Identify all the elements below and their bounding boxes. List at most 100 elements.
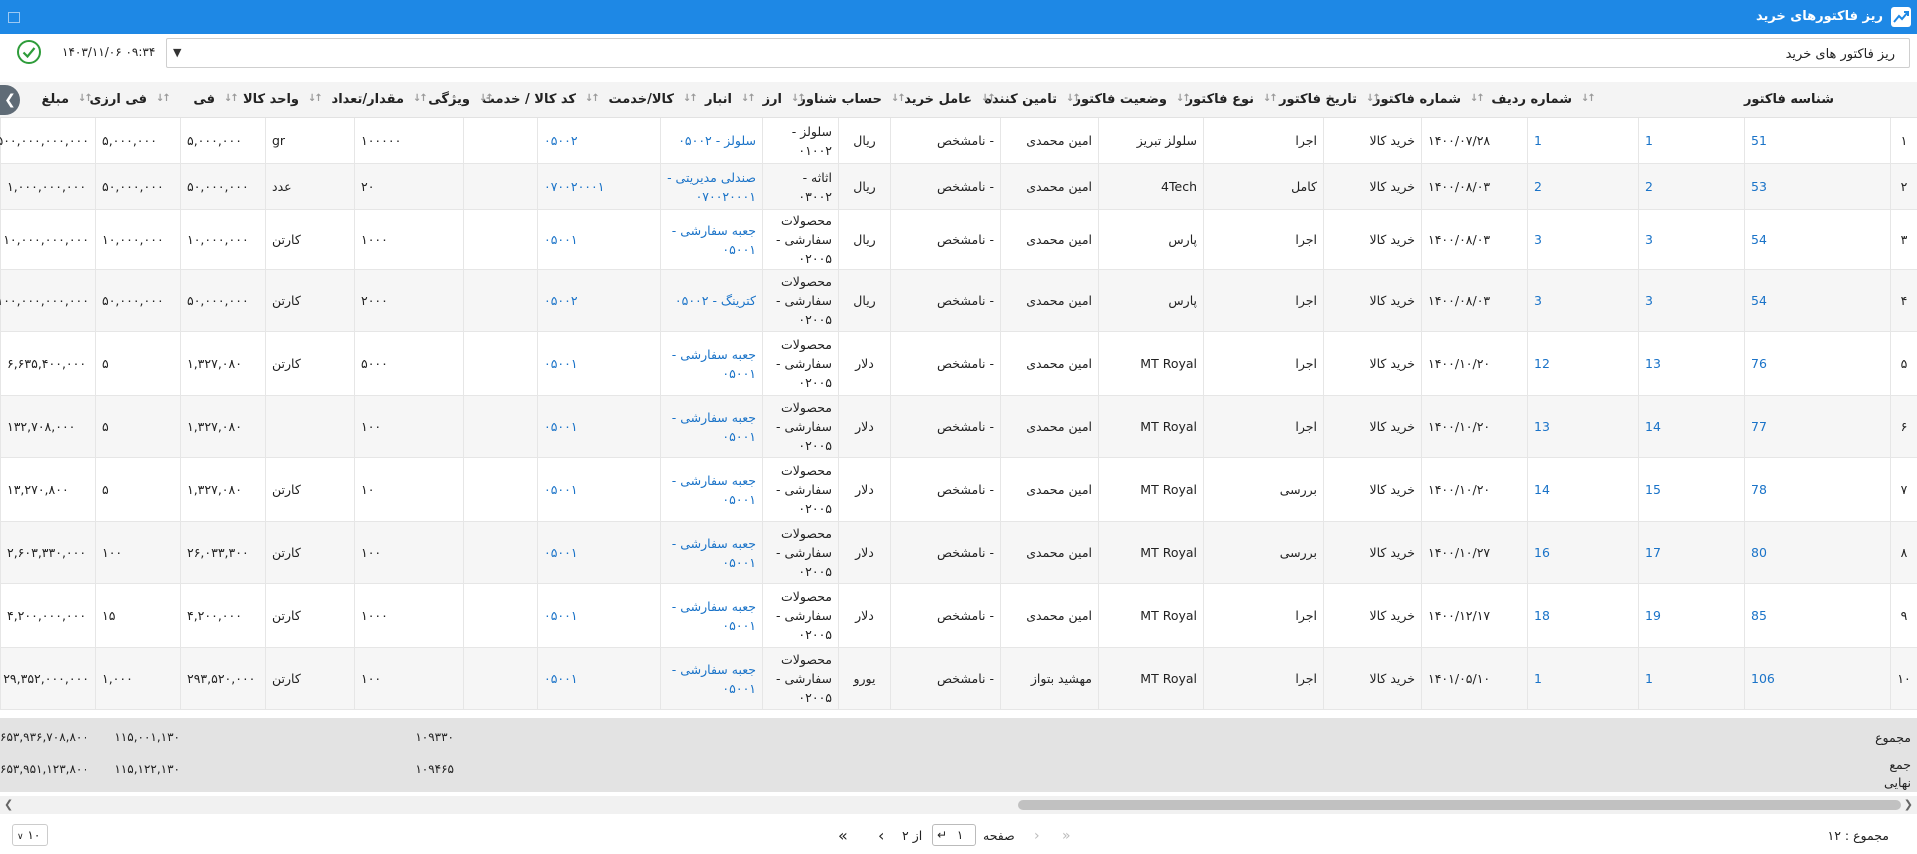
scrollbar-thumb[interactable] bbox=[1018, 800, 1901, 810]
cell-invoice-number[interactable]: 13 bbox=[1527, 396, 1638, 457]
column-header[interactable]: عامل خرید ↑↓ bbox=[888, 82, 978, 118]
sort-icon[interactable]: ↑↓ bbox=[683, 93, 698, 104]
cell-row-number[interactable]: 1 bbox=[1638, 118, 1744, 163]
horizontal-scrollbar[interactable]: ❮ ❯ bbox=[0, 796, 1917, 814]
cell-row-number[interactable]: 3 bbox=[1638, 210, 1744, 269]
sort-icon[interactable]: ↑↓ bbox=[1366, 93, 1381, 104]
sort-icon[interactable]: ↑↓ bbox=[308, 93, 323, 104]
cell-item-code[interactable]: ۰۵۰۰۱ bbox=[537, 522, 660, 583]
last-page-icon[interactable]: « bbox=[838, 824, 848, 848]
cell-invoice-number[interactable]: 1 bbox=[1527, 118, 1638, 163]
table-row[interactable]: ۷ 78 15 14 ۱۴۰۰/۱۰/۲۰ خرید کالا بررسی MT Royal ا… bbox=[0, 458, 1917, 522]
cell-item[interactable]: کترینگ - ۰۵۰۰۲ bbox=[660, 270, 762, 331]
cell-invoice-id[interactable]: 76 bbox=[1744, 332, 1890, 395]
column-header[interactable]: تاریخ فاکتور ↑↓ bbox=[1260, 82, 1363, 118]
table-row[interactable]: ۴ 54 3 3 ۱۴۰۰/۰۸/۰۳ خرید کالا اجرا پارس امین محم… bbox=[0, 270, 1917, 332]
cell-item[interactable]: جعبه سفارشی - ۰۵۰۰۱ bbox=[660, 332, 762, 395]
cell-invoice-number[interactable]: 18 bbox=[1527, 584, 1638, 647]
column-header[interactable]: ارز ↑↓ bbox=[738, 82, 788, 118]
column-header[interactable]: شماره ردیف ↑↓ bbox=[1467, 82, 1578, 118]
scroll-left-icon[interactable]: ❮ bbox=[4, 798, 13, 811]
cell-invoice-id[interactable]: 78 bbox=[1744, 458, 1890, 521]
check-circle-icon[interactable] bbox=[16, 39, 42, 65]
column-header[interactable]: انبار ↑↓ bbox=[680, 82, 738, 118]
cell-item-code[interactable]: ۰۵۰۰۱ bbox=[537, 458, 660, 521]
cell-invoice-id[interactable]: 53 bbox=[1744, 164, 1890, 209]
cell-item-code[interactable]: ۰۵۰۰۱ bbox=[537, 584, 660, 647]
cell-invoice-number[interactable]: 3 bbox=[1527, 210, 1638, 269]
cell-invoice-id[interactable]: 80 bbox=[1744, 522, 1890, 583]
cell-item[interactable]: جعبه سفارشی - ۰۵۰۰۱ bbox=[660, 648, 762, 709]
column-header[interactable]: واحد کالا ↑↓ bbox=[221, 82, 305, 118]
cell-item-code[interactable]: ۰۵۰۰۱ bbox=[537, 332, 660, 395]
cell-invoice-number[interactable]: 12 bbox=[1527, 332, 1638, 395]
cell-row-number[interactable]: 15 bbox=[1638, 458, 1744, 521]
cell-row-number[interactable]: 14 bbox=[1638, 396, 1744, 457]
restore-icon[interactable] bbox=[8, 12, 20, 23]
table-row[interactable]: ۸ 80 17 16 ۱۴۰۰/۱۰/۲۷ خرید کالا بررسی MT Royal ا… bbox=[0, 522, 1917, 584]
sort-icon[interactable]: ↑↓ bbox=[156, 93, 171, 104]
sort-icon[interactable]: ↑↓ bbox=[791, 93, 806, 104]
table-row[interactable]: ۹ 85 19 18 ۱۴۰۰/۱۲/۱۷ خرید کالا اجرا MT Royal ام… bbox=[0, 584, 1917, 648]
column-header[interactable]: نوع فاکتور ↑↓ bbox=[1173, 82, 1260, 118]
column-header[interactable]: شناسه فاکتور ↑↓ bbox=[1578, 82, 1840, 118]
cell-item-code[interactable]: ۰۵۰۰۱ bbox=[537, 396, 660, 457]
sort-icon[interactable]: ↑↓ bbox=[741, 93, 756, 104]
cell-row-number[interactable]: 13 bbox=[1638, 332, 1744, 395]
cell-invoice-id[interactable]: 54 bbox=[1744, 210, 1890, 269]
column-header[interactable]: تامین کننده ↑↓ bbox=[978, 82, 1063, 118]
sort-icon[interactable]: ↑↓ bbox=[585, 93, 600, 104]
sort-icon[interactable]: ↑↓ bbox=[78, 93, 93, 104]
view-select[interactable]: ریز فاکتور های خرید ▼ bbox=[166, 38, 1910, 68]
cell-invoice-id[interactable]: 51 bbox=[1744, 118, 1890, 163]
sort-icon[interactable]: ↑↓ bbox=[891, 93, 906, 104]
table-row[interactable]: ۲ 53 2 2 ۱۴۰۰/۰۸/۰۳ خرید کالا کامل 4Tech امین مح… bbox=[0, 164, 1917, 210]
cell-invoice-number[interactable]: 1 bbox=[1527, 648, 1638, 709]
cell-item[interactable]: جعبه سفارشی - ۰۵۰۰۱ bbox=[660, 210, 762, 269]
cell-invoice-number[interactable]: 14 bbox=[1527, 458, 1638, 521]
column-header[interactable]: وضعیت فاکتور ↑↓ bbox=[1063, 82, 1173, 118]
table-row[interactable]: ۶ 77 14 13 ۱۴۰۰/۱۰/۲۰ خرید کالا اجرا MT Royal ام… bbox=[0, 396, 1917, 458]
cell-item-code[interactable]: ۰۵۰۰۱ bbox=[537, 210, 660, 269]
sort-icon[interactable]: ↑↓ bbox=[224, 93, 239, 104]
sort-icon[interactable]: ↑↓ bbox=[1066, 93, 1081, 104]
cell-invoice-id[interactable]: 106 bbox=[1744, 648, 1890, 709]
sort-icon[interactable]: ↑↓ bbox=[981, 93, 996, 104]
cell-invoice-number[interactable]: 2 bbox=[1527, 164, 1638, 209]
sort-icon[interactable]: ↑↓ bbox=[1263, 93, 1278, 104]
page-input[interactable]: ↵ ۱ bbox=[932, 824, 976, 846]
sort-icon[interactable]: ↑↓ bbox=[1176, 93, 1191, 104]
cell-item[interactable]: جعبه سفارشی - ۰۵۰۰۱ bbox=[660, 458, 762, 521]
cell-item-code[interactable]: ۰۷۰۰۲۰۰۰۱ bbox=[537, 164, 660, 209]
table-row[interactable]: ۱۰ 106 1 1 ۱۴۰۱/۰۵/۱۰ خرید کالا اجرا MT Royal مه… bbox=[0, 648, 1917, 710]
column-header[interactable]: فی ارزی ↑↓ bbox=[75, 82, 153, 118]
table-row[interactable]: ۵ 76 13 12 ۱۴۰۰/۱۰/۲۰ خرید کالا اجرا MT Royal ام… bbox=[0, 332, 1917, 396]
column-header[interactable]: شماره فاکتور ↑↓ bbox=[1363, 82, 1467, 118]
cell-invoice-id[interactable]: 77 bbox=[1744, 396, 1890, 457]
cell-item[interactable]: جعبه سفارشی - ۰۵۰۰۱ bbox=[660, 584, 762, 647]
sort-icon[interactable]: ↑↓ bbox=[413, 93, 428, 104]
column-header[interactable]: ویژگی ↑↓ bbox=[410, 82, 476, 118]
cell-row-number[interactable]: 19 bbox=[1638, 584, 1744, 647]
chevron-down-icon[interactable]: ▼ bbox=[173, 46, 181, 59]
column-header[interactable]: حساب شناور ↑↓ bbox=[788, 82, 888, 118]
cell-invoice-number[interactable]: 16 bbox=[1527, 522, 1638, 583]
page-size-select[interactable]: ∨ ۱۰ bbox=[12, 824, 48, 846]
table-row[interactable]: ۳ 54 3 3 ۱۴۰۰/۰۸/۰۳ خرید کالا اجرا پارس امین محم… bbox=[0, 210, 1917, 270]
first-page-icon[interactable]: » bbox=[1062, 824, 1071, 848]
prev-page-icon[interactable]: › bbox=[1034, 824, 1040, 848]
cell-row-number[interactable]: 2 bbox=[1638, 164, 1744, 209]
cell-row-number[interactable]: 17 bbox=[1638, 522, 1744, 583]
cell-item-code[interactable]: ۰۵۰۰۲ bbox=[537, 270, 660, 331]
cell-row-number[interactable]: 1 bbox=[1638, 648, 1744, 709]
cell-item[interactable]: جعبه سفارشی - ۰۵۰۰۱ bbox=[660, 396, 762, 457]
cell-item[interactable]: صندلی مدیریتی - ۰۷۰۰۲۰۰۰۱ bbox=[660, 164, 762, 209]
column-header[interactable]: کالا/خدمت ↑↓ bbox=[582, 82, 680, 118]
next-page-icon[interactable]: ‹ bbox=[878, 824, 884, 848]
sort-icon[interactable]: ↑↓ bbox=[1470, 93, 1485, 104]
column-header[interactable]: کد کالا / خدمت ↑↓ bbox=[476, 82, 582, 118]
table-row[interactable]: ۱ 51 1 1 ۱۴۰۰/۰۷/۲۸ خرید کالا اجرا سلولز تبریز ا… bbox=[0, 118, 1917, 164]
cell-item-code[interactable]: ۰۵۰۰۲ bbox=[537, 118, 660, 163]
cell-invoice-number[interactable]: 3 bbox=[1527, 270, 1638, 331]
sort-icon[interactable]: ↑↓ bbox=[1581, 93, 1596, 104]
